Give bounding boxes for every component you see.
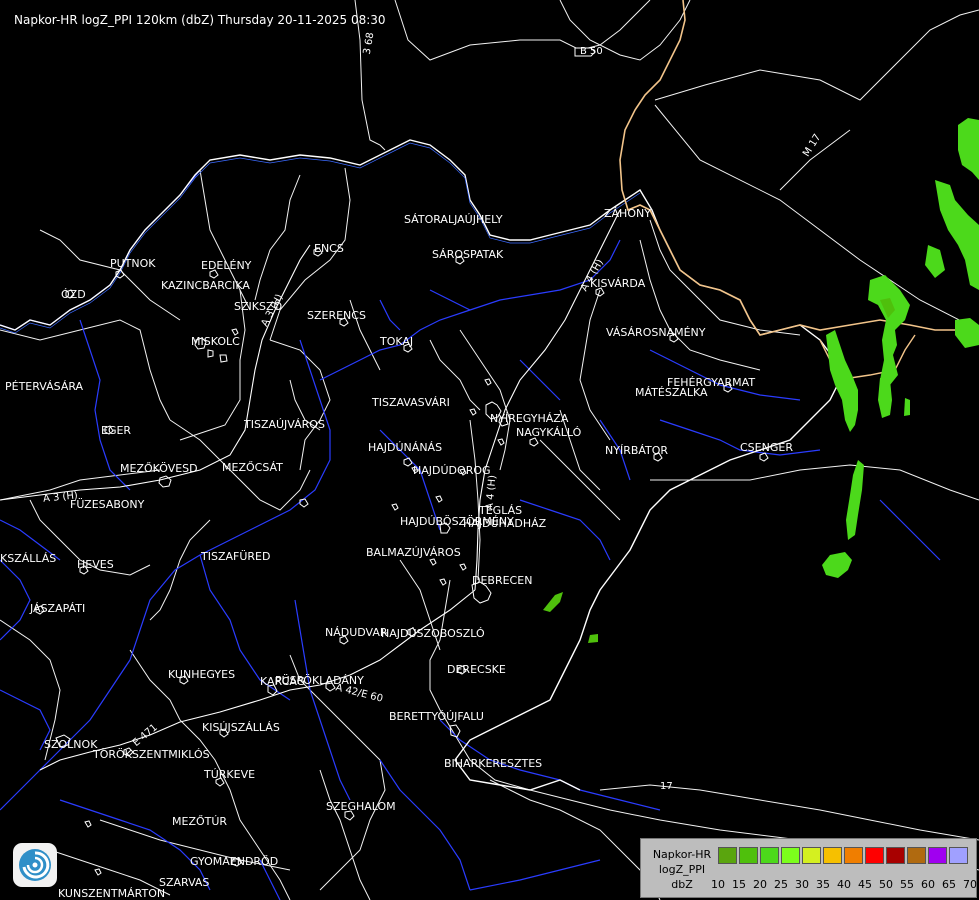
city-label: SZOLNOK xyxy=(44,738,98,751)
legend-title-line2: logZ_PPI xyxy=(658,863,706,876)
city-label: EDELÉNY xyxy=(201,259,252,272)
legend-swatch xyxy=(781,847,800,864)
city-label: NÁDUDVAR xyxy=(325,626,388,639)
city-label: TISZAFÜRED xyxy=(201,550,271,563)
city-label: BALMAZÚJVÁROS xyxy=(366,546,461,559)
city-label: TISZAVASVÁRI xyxy=(372,396,450,409)
city-label: MEZŐKÖVESD xyxy=(120,462,198,475)
city-label: BIHARKERESZTES xyxy=(444,757,543,770)
city-label: CSENGER xyxy=(740,441,793,454)
city-label: HAJDÚNÁNÁS xyxy=(368,441,443,454)
city-label: FÜZESABONY xyxy=(70,498,145,511)
radar-echoes xyxy=(543,118,979,643)
city-label: SZARVAS xyxy=(159,876,210,889)
city-label: KUNSZENTMÁRTON xyxy=(58,887,166,900)
city-label: KUNHEGYES xyxy=(168,668,236,681)
city-label: SÁTORALJAÚJHELY xyxy=(404,213,503,226)
legend-swatch xyxy=(739,847,758,864)
city-label: MÁTÉSZALKA xyxy=(635,386,708,399)
rivers xyxy=(0,169,941,900)
city-label: HAJDÚSZOBOSZLÓ xyxy=(381,627,485,640)
city-label: GYOMAENDRŐD xyxy=(190,855,279,868)
city-label: EGER xyxy=(101,424,132,437)
city-label: KAZINCBARCIKA xyxy=(161,279,250,292)
city-label: KSZÁLLÁS xyxy=(0,552,57,565)
legend-swatch xyxy=(886,847,905,864)
legend-swatch xyxy=(949,847,968,864)
city-label: JÁSZAPÁTI xyxy=(30,602,86,615)
city-label: KISÚJSZÁLLÁS xyxy=(202,721,280,734)
app-logo xyxy=(13,843,57,887)
legend-swatch xyxy=(718,847,737,864)
legend-swatch xyxy=(928,847,947,864)
city-label: NYÍREGYHÁZA xyxy=(490,412,569,425)
legend-swatch xyxy=(823,847,842,864)
city-label: DERECSKE xyxy=(447,663,506,676)
city-label: TÚRKEVE xyxy=(204,768,256,781)
city-label: ÓZD xyxy=(61,288,86,301)
legend-title-line1: Napkor-HR xyxy=(652,848,712,861)
city-label: HAJDÚDOROG xyxy=(413,464,491,477)
city-label: HEVES xyxy=(77,558,114,571)
legend-swatch xyxy=(844,847,863,864)
city-label: NYÍRBÁTOR xyxy=(605,444,669,457)
map-title: Napkor-HR logZ_PPI 120km (dbZ) Thursday … xyxy=(14,13,386,27)
city-label: TISZAÚJVÁROS xyxy=(244,418,325,431)
legend-swatch xyxy=(865,847,884,864)
city-label: PÉTERVÁSÁRA xyxy=(5,380,84,393)
city-label: MISKOLC xyxy=(191,335,240,348)
legend-swatch xyxy=(802,847,821,864)
city-label: KARCAG xyxy=(260,675,306,688)
road-label: 17 xyxy=(660,781,673,792)
city-label: HAJDÚHADHÁZ xyxy=(463,517,547,530)
legend-swatch xyxy=(760,847,779,864)
legend-tick-label: 70 xyxy=(963,878,977,891)
city-label: SZERENCS xyxy=(307,309,366,322)
city-label: NAGYKÁLLÓ xyxy=(516,426,582,439)
swirl-icon xyxy=(19,849,51,881)
road-label: B 50 xyxy=(580,46,603,57)
city-label: DEBRECEN xyxy=(472,574,533,587)
state-border-glow xyxy=(0,142,641,334)
color-legend: Napkor-HR logZ_PPI dbZ 10 15 20 25 30 35 40 45 5… xyxy=(640,838,977,898)
city-label: TOKAJ xyxy=(380,335,414,348)
city-label: ZÁHONY xyxy=(604,207,651,220)
city-label: TÖRÖKSZENTMIKLÓS xyxy=(93,748,210,761)
city-label: MEZŐTÚR xyxy=(172,815,228,828)
city-label: PUTNOK xyxy=(110,257,156,270)
city-label: SZEGHALOM xyxy=(326,800,396,813)
city-label: KISVÁRDA xyxy=(590,277,646,290)
city-label: MEZŐCSÁT xyxy=(222,461,283,474)
legend-swatch xyxy=(907,847,926,864)
city-label: ENCS xyxy=(314,242,344,255)
city-label: BERETTYÓÚJFALU xyxy=(389,710,484,723)
city-label: VÁSÁROSNAMÉNY xyxy=(606,326,706,339)
city-label: SÁROSPATAK xyxy=(432,248,504,261)
